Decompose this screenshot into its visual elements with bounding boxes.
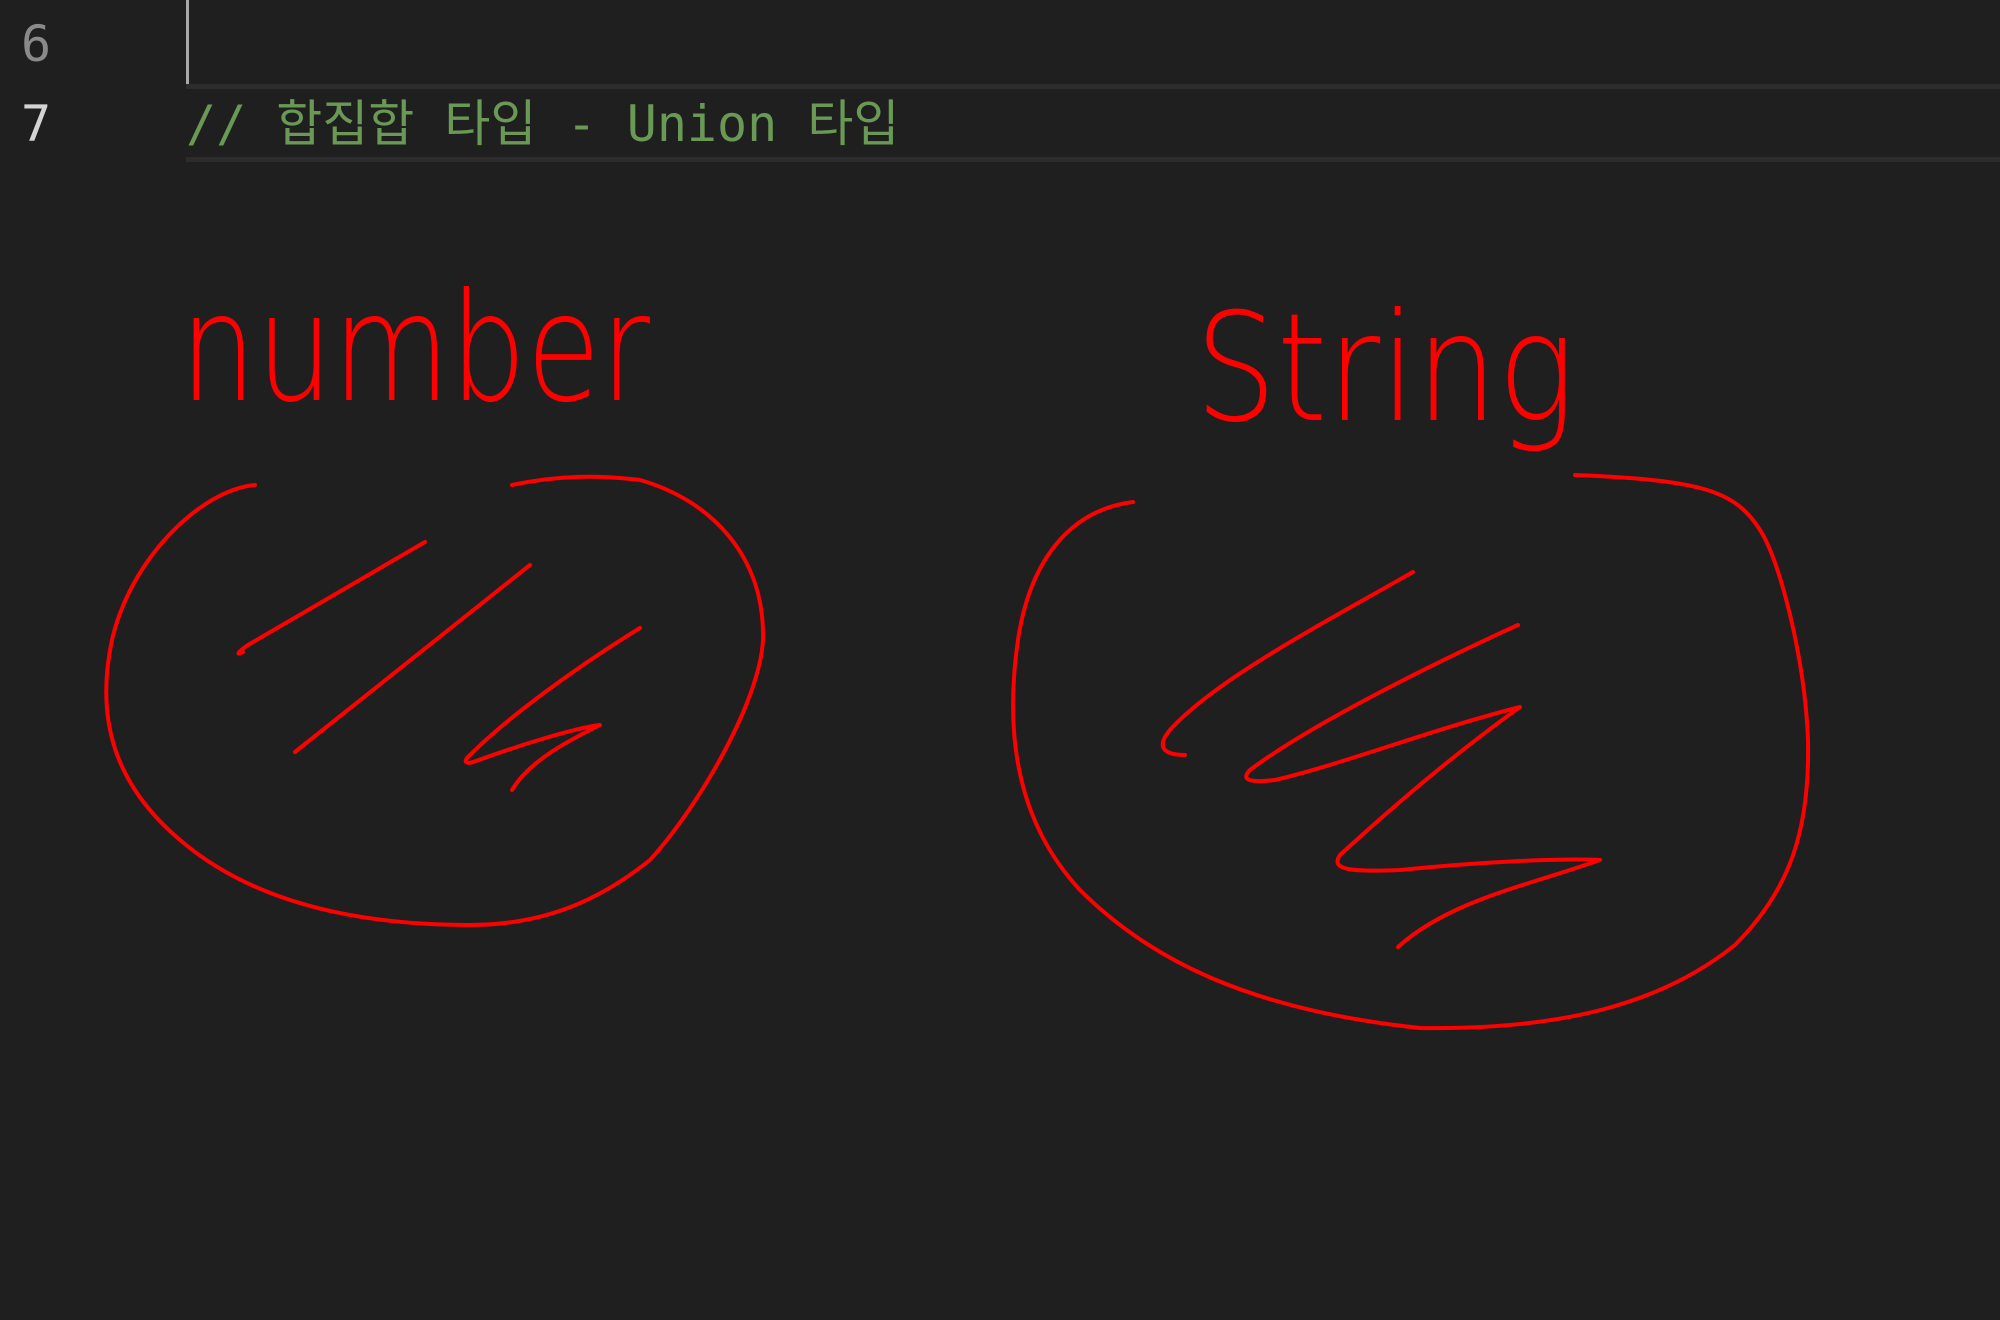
right-scribble-annotation xyxy=(1160,570,1602,949)
annotation-label-number: number xyxy=(180,262,650,436)
left-ellipse-annotation xyxy=(104,474,766,927)
annotation-layer: number String xyxy=(104,262,1811,1031)
code-editor[interactable]: 6 7 // 합집합 타입 - Union 타입 number String xyxy=(0,0,2000,1320)
right-ellipse-annotation xyxy=(1011,473,1811,1031)
left-scribble-annotation xyxy=(236,540,642,792)
annotation-label-string: String xyxy=(1195,282,1575,456)
